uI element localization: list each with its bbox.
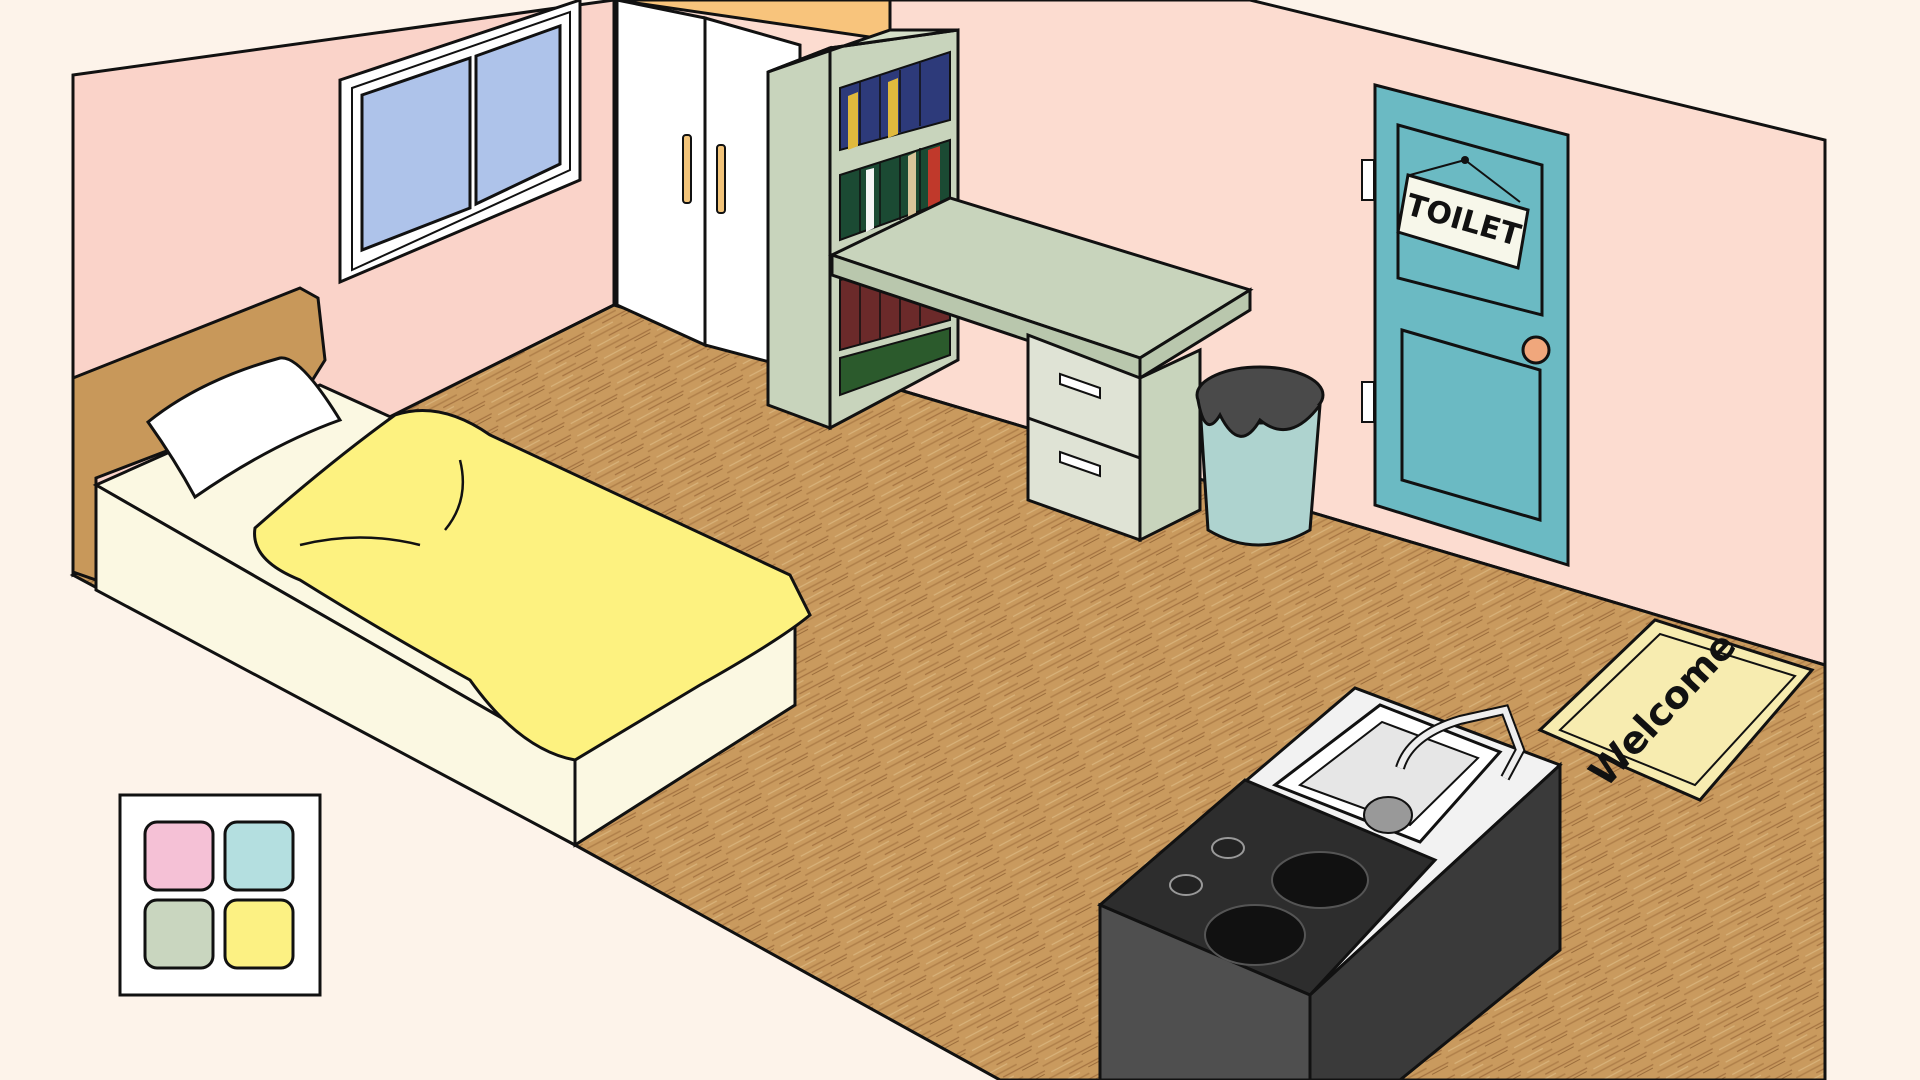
swatch-cyan[interactable] — [223, 820, 295, 892]
swatch-sage[interactable] — [143, 898, 215, 970]
stove-knob-2[interactable] — [1169, 874, 1203, 896]
swatch-yellow[interactable] — [223, 898, 295, 970]
swatch-pink[interactable] — [143, 820, 215, 892]
trash-bin-icon[interactable] — [1195, 365, 1325, 547]
door-icon[interactable]: TOILET — [1361, 83, 1570, 568]
room-scene: TOILET Welcome — [0, 0, 1920, 1080]
palette-icon[interactable] — [118, 793, 322, 997]
stove-knob-1[interactable] — [1211, 837, 1245, 859]
